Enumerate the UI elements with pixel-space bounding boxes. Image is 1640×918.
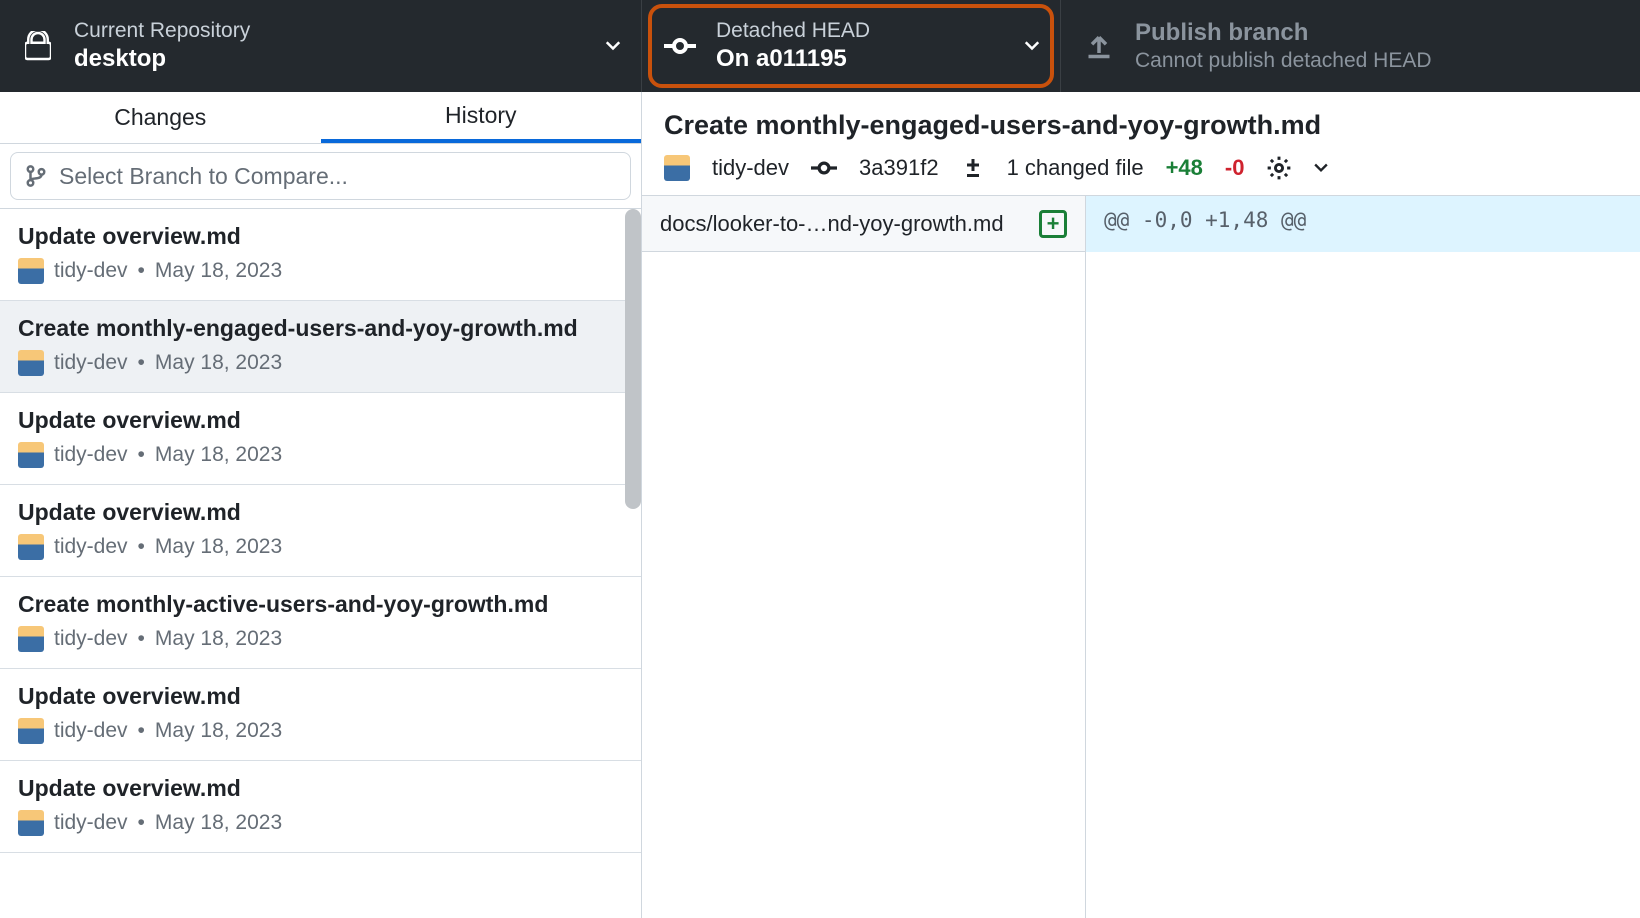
commit-list-item[interactable]: Create monthly-engaged-users-and-yoy-gro… — [0, 301, 641, 393]
commit-title: Create monthly-engaged-users-and-yoy-gro… — [664, 110, 1618, 141]
commit-author: tidy-dev — [54, 811, 128, 835]
tab-changes[interactable]: Changes — [0, 92, 321, 143]
changed-file-row[interactable]: docs/looker-to-…nd-yoy-growth.md + — [642, 196, 1085, 252]
author-avatar — [18, 718, 44, 744]
commit-list-item[interactable]: Update overview.mdtidy-dev•May 18, 2023 — [0, 761, 641, 853]
commit-date: May 18, 2023 — [155, 535, 282, 559]
tab-history[interactable]: History — [321, 92, 642, 143]
commit-title: Update overview.md — [18, 223, 623, 250]
commit-title: Update overview.md — [18, 407, 623, 434]
upload-icon — [1081, 32, 1117, 60]
commit-title: Create monthly-engaged-users-and-yoy-gro… — [18, 315, 623, 342]
commit-sha: 3a391f2 — [859, 155, 939, 181]
commit-author: tidy-dev — [712, 155, 789, 181]
commit-list-item[interactable]: Update overview.mdtidy-dev•May 18, 2023 — [0, 485, 641, 577]
commit-history-list[interactable]: Update overview.mdtidy-dev•May 18, 2023C… — [0, 209, 641, 918]
commit-date: May 18, 2023 — [155, 351, 282, 375]
diff-icon — [961, 156, 985, 180]
author-avatar — [18, 626, 44, 652]
author-avatar — [18, 810, 44, 836]
commit-author: tidy-dev — [54, 719, 128, 743]
branch-label: Detached HEAD — [716, 19, 870, 43]
commit-icon — [662, 30, 698, 62]
current-repository-dropdown[interactable]: Current Repository desktop — [0, 0, 642, 92]
author-avatar — [18, 350, 44, 376]
repo-name: desktop — [74, 45, 250, 73]
author-avatar — [18, 442, 44, 468]
author-avatar — [664, 155, 690, 181]
commit-title: Update overview.md — [18, 683, 623, 710]
changed-files: 1 changed file — [1007, 155, 1144, 181]
sidebar-tabs: Changes History — [0, 92, 641, 144]
commit-list-item[interactable]: Create monthly-active-users-and-yoy-grow… — [0, 577, 641, 669]
commit-list-item[interactable]: Update overview.mdtidy-dev•May 18, 2023 — [0, 393, 641, 485]
commit-author: tidy-dev — [54, 351, 128, 375]
publish-subtitle: Cannot publish detached HEAD — [1135, 49, 1432, 73]
additions: +48 — [1166, 155, 1203, 181]
commit-date: May 18, 2023 — [155, 259, 282, 283]
author-avatar — [18, 258, 44, 284]
toolbar: Current Repository desktop Detached HEAD… — [0, 0, 1640, 92]
branch-value: On a011195 — [716, 45, 870, 73]
commit-date: May 18, 2023 — [155, 627, 282, 651]
scrollbar[interactable] — [625, 209, 641, 509]
commit-author: tidy-dev — [54, 627, 128, 651]
diff-hunk-header: @@ -0,0 +1,48 @@ — [1086, 196, 1640, 252]
publish-branch-button: Publish branch Cannot publish detached H… — [1060, 0, 1640, 92]
repo-label: Current Repository — [74, 19, 250, 43]
compare-placeholder: Select Branch to Compare... — [59, 163, 348, 190]
commit-list-item[interactable]: Update overview.mdtidy-dev•May 18, 2023 — [0, 209, 641, 301]
commit-icon — [811, 155, 837, 181]
commit-date: May 18, 2023 — [155, 811, 282, 835]
commit-title: Create monthly-active-users-and-yoy-grow… — [18, 591, 623, 618]
commit-title: Update overview.md — [18, 499, 623, 526]
sidebar: Changes History Select Branch to Compare… — [0, 92, 642, 918]
git-branch-icon — [25, 164, 47, 188]
commit-author: tidy-dev — [54, 443, 128, 467]
commit-date: May 18, 2023 — [155, 443, 282, 467]
caret-down-icon — [605, 41, 621, 51]
commit-list-item[interactable]: Update overview.mdtidy-dev•May 18, 2023 — [0, 669, 641, 761]
publish-title: Publish branch — [1135, 19, 1432, 47]
deletions: -0 — [1225, 155, 1245, 181]
commit-title: Update overview.md — [18, 775, 623, 802]
commit-detail: Create monthly-engaged-users-and-yoy-gro… — [642, 92, 1640, 918]
gear-icon[interactable] — [1266, 155, 1292, 181]
commit-author: tidy-dev — [54, 259, 128, 283]
caret-down-icon[interactable] — [1314, 163, 1328, 173]
file-added-icon: + — [1039, 210, 1067, 238]
file-path: docs/looker-to-…nd-yoy-growth.md — [660, 211, 1004, 237]
caret-down-icon — [1024, 41, 1040, 51]
current-branch-dropdown[interactable]: Detached HEAD On a011195 — [642, 0, 1060, 92]
commit-date: May 18, 2023 — [155, 719, 282, 743]
author-avatar — [18, 534, 44, 560]
commit-author: tidy-dev — [54, 535, 128, 559]
compare-branch-select[interactable]: Select Branch to Compare... — [10, 152, 631, 200]
lock-icon — [20, 31, 56, 61]
